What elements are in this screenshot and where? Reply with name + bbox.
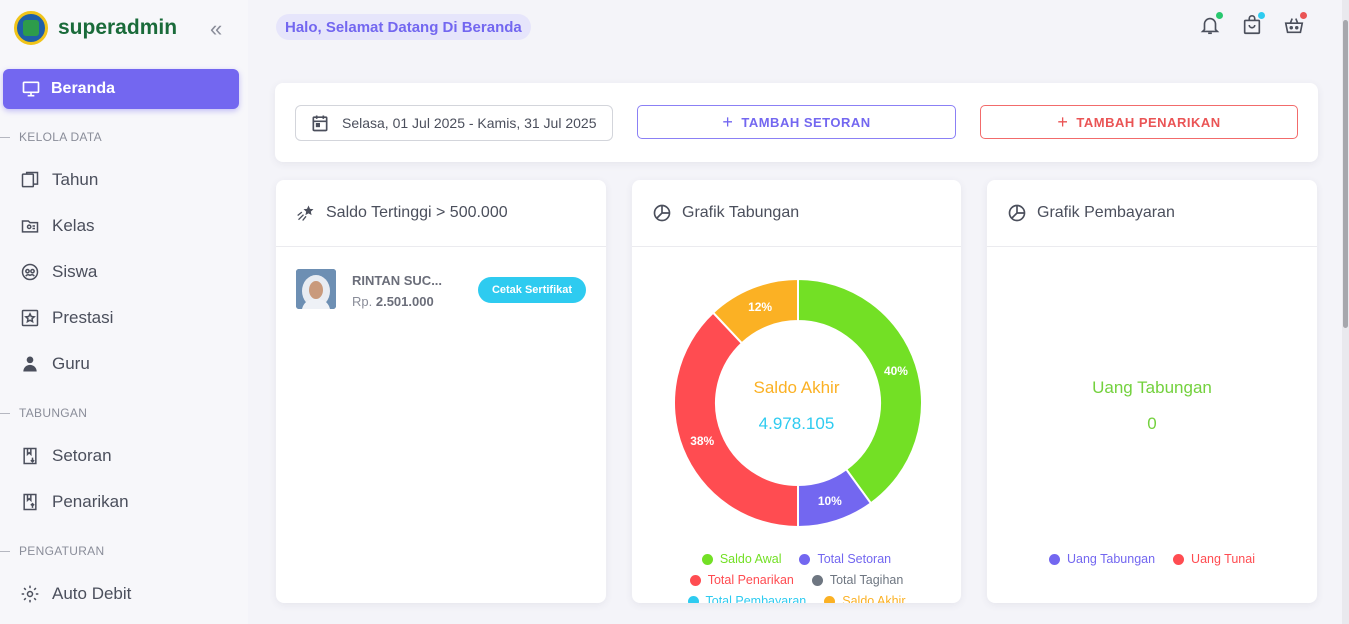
panel-title: Grafik Tabungan [682,204,800,221]
date-range-picker[interactable]: Selasa, 01 Jul 2025 - Kamis, 31 Jul 2025 [295,105,613,141]
sidebar-item-beranda[interactable]: Beranda [3,69,239,109]
chart-center-value: 4.978.105 [758,414,835,433]
legend-row: Total Penarikan Total Tagihan [632,573,961,587]
sidebar-item-prestasi[interactable]: Prestasi [20,303,240,333]
sidebar-item-siswa[interactable]: Siswa [20,257,240,287]
legend-label: Total Penarikan [707,573,794,587]
shooting-star-icon [296,203,316,223]
legend-swatch [687,595,699,603]
legend-label: Saldo Awal [719,552,782,566]
collapse-sidebar-icon[interactable]: « [210,16,222,42]
panel-title: Grafik Pembayaran [1037,204,1175,221]
sidebar: superadmin « Beranda KELOLA DATA Tahun K… [0,0,248,624]
sidebar-item-label: Beranda [51,80,116,97]
star-square-icon [20,308,40,328]
legend-swatch [1173,553,1185,565]
legend-label: Total Tagihan [829,573,904,587]
sidebar-item-penarikan[interactable]: Penarikan [20,487,240,517]
legend-swatch [689,574,701,586]
notification-button[interactable] [1199,12,1223,40]
gear-icon [20,584,40,604]
sidebar-item-kelas[interactable]: Kelas [20,211,240,241]
legend-row: Total Pembayaran Saldo Akhir [632,594,961,603]
section-tabungan: TABUNGAN [0,405,87,421]
greeting-badge: Halo, Selamat Datang Di Beranda [276,14,531,40]
chart-center-label: Saldo Akhir [753,378,840,397]
book-down-icon [20,446,40,466]
legend-item[interactable]: Total Setoran [799,552,891,566]
student-name: RINTAN SUC... [352,273,443,288]
basket-dot [1300,12,1307,19]
savings-chart-card: Grafik Tabungan 40% 10% 38% 12% Saldo Akhir… [632,180,961,603]
payment-chart-card: Grafik Pembayaran Uang Tabungan 0 Uang T… [987,180,1317,603]
donut-data-label: 12% [748,300,772,314]
calendar-copy-icon [20,170,40,190]
calendar-icon [310,113,330,133]
sidebar-item-tahun[interactable]: Tahun [20,165,240,195]
folder-user-icon [20,216,40,236]
legend-row: Uang Tabungan Uang Tunai [987,552,1317,566]
sidebar-item-guru[interactable]: Guru [20,349,240,379]
legend-item[interactable]: Saldo Awal [701,552,782,566]
legend-swatch [811,574,823,586]
plus-icon: + [722,111,734,132]
avatar [296,269,336,309]
legend-item[interactable]: Saldo Akhir [824,594,906,603]
donut-data-label: 38% [690,434,714,448]
school-logo-icon [14,11,48,45]
sidebar-item-auto-debit[interactable]: Auto Debit [20,579,240,609]
legend-label: Uang Tunai [1191,552,1255,566]
panel-title: Saldo Tertinggi > 500.000 [326,204,508,221]
panel-header: Grafik Tabungan [632,180,961,247]
panel-header: Saldo Tertinggi > 500.000 [276,180,606,247]
top-balance-card: Saldo Tertinggi > 500.000 RINTAN SUC... … [276,180,606,603]
legend-swatch [824,595,836,603]
sidebar-item-setoran[interactable]: Setoran [20,441,240,471]
list-item: RINTAN SUC... Rp. 2.501.000 Cetak Sertif… [296,269,586,309]
notification-dot [1216,12,1223,19]
print-certificate-button[interactable]: Cetak Sertifikat [478,277,586,303]
add-withdrawal-button[interactable]: + TAMBAH PENARIKAN [980,105,1298,139]
donut-data-label: 10% [818,494,842,508]
brand[interactable]: superadmin « [14,10,244,46]
teacher-icon [20,354,40,374]
legend-label: Saldo Akhir [842,594,906,603]
pie-chart-icon [1007,203,1027,223]
section-pengaturan: PENGATURAN [0,543,104,559]
savings-donut-chart: 40% 10% 38% 12% [673,277,923,529]
basket-button[interactable] [1283,12,1307,40]
legend-label: Uang Tabungan [1067,552,1156,566]
section-kelola-data: KELOLA DATA [0,129,102,145]
legend-item[interactable]: Uang Tabungan [1049,552,1155,566]
student-saldo: Rp. 2.501.000 [352,294,434,309]
legend-row: Saldo Awal Total Setoran [632,552,961,566]
legend-item[interactable]: Total Tagihan [811,573,904,587]
pie-chart-icon [652,203,672,223]
shopping-bag-button[interactable] [1241,12,1265,40]
legend-swatch [701,553,713,565]
legend-label: Total Pembayaran [705,594,807,603]
legend-item[interactable]: Total Pembayaran [687,594,807,603]
legend-item[interactable]: Total Penarikan [689,573,794,587]
legend-label: Total Setoran [817,552,892,566]
plus-icon: + [1057,111,1069,132]
chart-center-label: Uang Tabungan [1092,378,1212,397]
legend-swatch [799,553,811,565]
page-scrollbar[interactable] [1342,0,1349,624]
users-icon [20,262,40,282]
chart-center-value: 0 [1147,414,1157,433]
brand-name: superadmin [58,16,178,39]
filter-card: Selasa, 01 Jul 2025 - Kamis, 31 Jul 2025… [275,83,1318,162]
donut-data-label: 40% [884,364,908,378]
shopping-bag-dot [1258,12,1265,19]
add-deposit-button[interactable]: + TAMBAH SETORAN [637,105,956,139]
legend-swatch [1049,553,1060,565]
panel-header: Grafik Pembayaran [987,180,1317,247]
book-up-icon [20,492,40,512]
date-range-value: Selasa, 01 Jul 2025 - Kamis, 31 Jul 2025 [342,115,597,131]
legend-item[interactable]: Uang Tunai [1173,552,1255,566]
monitor-icon [21,79,41,99]
